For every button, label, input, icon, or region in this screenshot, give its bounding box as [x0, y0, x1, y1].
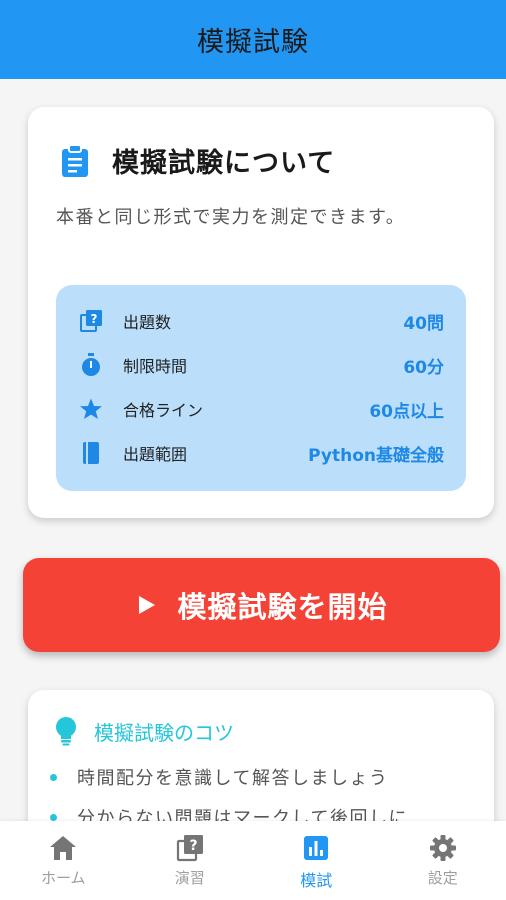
bottom-navigation: ホーム ? 演習 模試 設定 — [0, 821, 506, 900]
info-card-title: 模擬試験について — [112, 148, 336, 179]
home-icon — [48, 833, 78, 863]
start-exam-button[interactable]: 模擬試験を開始 — [23, 558, 500, 652]
detail-row-pass-line: 合格ライン 60点以上 — [78, 396, 444, 422]
svg-text:?: ? — [91, 312, 98, 326]
detail-value: Python基礎全般 — [308, 445, 444, 466]
info-description: 本番と同じ形式で実力を測定できます。 — [56, 207, 406, 228]
page-title: 模擬試験 — [197, 27, 309, 58]
clipboard-icon — [60, 143, 92, 179]
start-exam-label: 模擬試験を開始 — [177, 592, 388, 624]
lightbulb-icon — [54, 716, 82, 746]
exam-info-card: 模擬試験について 本番と同じ形式で実力を測定できます。 ? 出題数 40問 制限… — [28, 107, 494, 518]
detail-row-time-limit: 制限時間 60分 — [78, 352, 444, 378]
detail-label: 出題範囲 — [123, 445, 188, 464]
nav-item-home[interactable]: ホーム — [0, 821, 127, 900]
svg-text:?: ? — [189, 838, 197, 854]
nav-label: 設定 — [427, 869, 458, 887]
bar-chart-icon — [301, 833, 331, 863]
star-icon — [78, 396, 104, 422]
nav-label: 演習 — [174, 869, 205, 887]
bullet-icon — [50, 773, 57, 781]
nav-label: ホーム — [40, 869, 86, 887]
tips-title: 模擬試験のコツ — [94, 720, 234, 745]
gear-icon — [428, 833, 458, 863]
app-bar: 模擬試験 — [0, 0, 506, 79]
play-icon — [135, 593, 159, 617]
detail-row-scope: 出題範囲 Python基礎全般 — [78, 440, 444, 466]
nav-item-mock-exam[interactable]: 模試 — [253, 821, 380, 900]
info-card-header: 模擬試験について — [60, 141, 335, 180]
book-icon — [78, 440, 104, 466]
quiz-icon: ? — [78, 308, 104, 334]
detail-value: 60分 — [403, 357, 444, 378]
timer-icon — [78, 352, 104, 378]
tip-item: 時間配分を意識して解答しましょう — [50, 764, 388, 790]
detail-value: 60点以上 — [369, 401, 444, 422]
detail-value: 40問 — [403, 313, 444, 334]
detail-row-question-count: ? 出題数 40問 — [78, 308, 444, 334]
bullet-icon — [50, 813, 57, 821]
nav-item-practice[interactable]: ? 演習 — [127, 821, 254, 900]
tips-header: 模擬試験のコツ — [54, 716, 234, 746]
exam-details-box: ? 出題数 40問 制限時間 60分 合格ライン 60点以上 出題範囲 Pyth… — [56, 285, 466, 491]
nav-label: 模試 — [300, 871, 333, 890]
tip-text: 時間配分を意識して解答しましょう — [77, 768, 389, 789]
detail-label: 制限時間 — [123, 357, 188, 376]
quiz-icon: ? — [175, 833, 205, 863]
detail-label: 出題数 — [123, 313, 172, 332]
nav-item-settings[interactable]: 設定 — [380, 821, 506, 900]
detail-label: 合格ライン — [123, 401, 204, 420]
